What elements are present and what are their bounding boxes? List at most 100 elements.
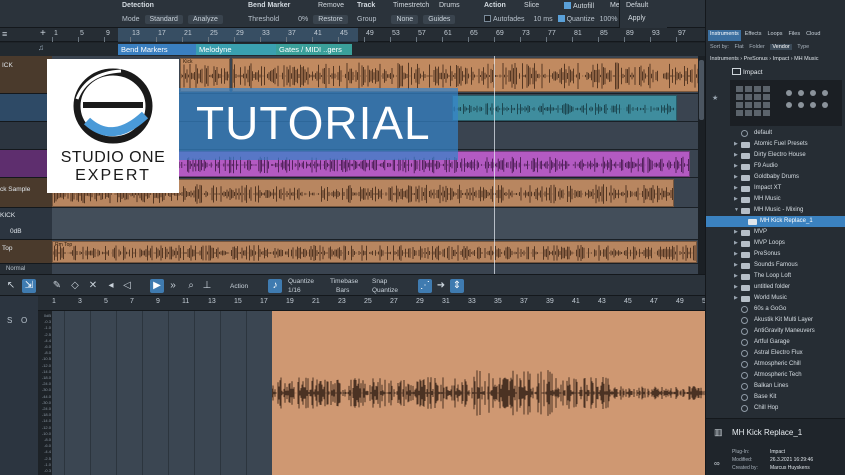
browser-item[interactable]: Atmospheric Chill [706,359,845,370]
breadcrumb-presonus[interactable]: PreSonus [744,56,768,62]
sort-type[interactable]: Type [797,44,809,50]
expand-icon[interactable]: ⇕ [450,279,464,293]
quantize-icon[interactable]: ♪ [268,279,282,293]
autofill-toggle[interactable]: Autofill [564,2,594,10]
browser-item[interactable]: ▶ PreSonus [706,249,845,260]
chevron-right-icon[interactable]: ▶ [734,172,738,183]
browser-item[interactable]: MH Kick Replace_1 [706,216,845,227]
ruler-menu-icon[interactable]: ≡ [2,29,7,39]
sort-folder[interactable]: Folder [749,44,765,50]
autofades-checkbox[interactable] [484,15,491,22]
range-tool-icon[interactable]: ⇲ [22,279,36,293]
action-menu[interactable]: Action [230,283,248,290]
sort-vendor[interactable]: Vendor [770,44,792,50]
scroll-thumb[interactable] [699,60,704,120]
editor-audio-event[interactable] [272,311,705,475]
browser-item[interactable]: ▶ Goldbaby Drums [706,172,845,183]
chevron-right-icon[interactable]: ▶ [734,238,738,249]
favorite-star-icon[interactable]: ★ [712,94,718,102]
track-header-kick[interactable]: ICK [0,56,52,94]
guides-select[interactable]: Guides [423,15,456,24]
default-label[interactable]: Default [626,2,648,9]
arrow-tool-icon[interactable]: ↖ [4,279,18,293]
marker-gates-midi[interactable]: Gates / MIDI ..gers [276,44,352,55]
playhead[interactable] [494,56,495,274]
browser-item[interactable]: Artful Garage [706,337,845,348]
autofades-toggle[interactable]: Autofades [484,15,525,23]
chevron-down-icon[interactable]: ▼ [734,205,739,216]
link-icon[interactable]: ∞ [714,459,720,468]
zoom-tool-icon[interactable]: ⌕ [184,279,198,293]
listen-tool-icon[interactable]: ◁ [120,279,134,293]
marker-bend-markers[interactable]: Bend Markers [118,44,196,55]
tab-effects[interactable]: Effects [743,30,764,41]
browser-item[interactable]: AntiGravity Maneuvers [706,326,845,337]
nudge-icon[interactable]: ➜ [434,279,448,293]
tab-loops[interactable]: Loops [765,30,784,41]
add-track-icon[interactable]: + [40,28,46,39]
audio-event-kick[interactable]: Kick [180,58,230,92]
chevron-right-icon[interactable]: ▶ [734,183,738,194]
editor-ruler[interactable]: 1 3 5 7 9 11 13 15 17 19 21 23 25 27 29 31 33 35 37 39 41 43 4… [38,296,710,311]
chevron-right-icon[interactable]: ▶ [734,139,738,150]
track-header-4[interactable] [0,150,52,178]
browser-item[interactable]: Akustik Kit Multi Layer [706,315,845,326]
track-view-mode[interactable]: Normal [0,264,52,274]
mode-select[interactable]: Standard [144,15,183,24]
audio-event-kick-main[interactable] [232,58,702,92]
restore-button[interactable]: Restore [313,15,348,24]
breadcrumb-instruments[interactable]: Instruments [710,56,739,62]
browser-item[interactable]: default [706,128,845,139]
chevron-right-icon[interactable]: ▶ [734,271,738,282]
slice-select[interactable]: Slice [524,2,539,9]
autofill-checkbox[interactable] [564,2,571,9]
remove-button[interactable]: Remove [318,2,344,9]
chevron-right-icon[interactable]: ▶ [734,227,738,238]
arrangement-scrollbar[interactable] [698,56,705,274]
threshold-value[interactable]: 0% [298,16,308,23]
chevron-right-icon[interactable]: ▶ [734,282,738,293]
mute-tool-icon[interactable]: ✕ [86,279,100,293]
sort-flat[interactable]: Flat [734,44,743,50]
browser-item[interactable]: ▶ Sounds Famous [706,260,845,271]
browser-item[interactable]: ▶ F9 Audio [706,161,845,172]
browser-item[interactable]: ▶ The Loop Loft [706,271,845,282]
browser-item[interactable]: ▶ MVP Loops [706,238,845,249]
audio-event-room-top[interactable]: Rm Top [52,241,697,263]
timebase-value[interactable]: Bars [336,287,349,294]
track-header-2[interactable] [0,94,52,122]
record-button[interactable]: O [21,316,27,325]
track-header-kick-sample[interactable]: ck Sample [0,178,52,208]
pencil-tool-icon[interactable]: ✎ [50,279,64,293]
autoscroll-icon[interactable]: » [166,279,180,293]
browser-item[interactable]: Atmospheric Tech [706,370,845,381]
marker-melodyne[interactable]: Melodyne [196,44,276,55]
chevron-right-icon[interactable]: ▶ [734,249,738,260]
snap-value[interactable]: Quantize [372,287,398,294]
chevron-right-icon[interactable]: ▶ [734,161,738,172]
chevron-right-icon[interactable]: ▶ [734,260,738,271]
breadcrumb-impact[interactable]: Impact [773,56,790,62]
browser-item[interactable]: ▶ untitled folder [706,282,845,293]
apply-button[interactable]: Apply [628,15,646,22]
tab-cloud[interactable]: Cloud [804,30,822,41]
tab-files[interactable]: Files [786,30,802,41]
browser-item[interactable]: 60s a GoGo [706,304,845,315]
browser-item[interactable]: ▶ Atomic Fuel Presets [706,139,845,150]
fade-length-value[interactable]: 10 ms [534,16,553,23]
breadcrumb-mh-music[interactable]: MH Music [794,56,818,62]
browser-item[interactable]: ▼ MH Music - Mixing [706,205,845,216]
browser-item[interactable]: Chill Hop [706,403,845,414]
browser-item[interactable]: ▶ MVP [706,227,845,238]
browser-item[interactable]: Astral Electro Flux [706,348,845,359]
browser-item[interactable]: ▶ MH Music [706,194,845,205]
browser-item[interactable]: Balkan Lines [706,381,845,392]
browser-item[interactable]: ▶ Dirty Electro House [706,150,845,161]
browser-item[interactable]: ▶ World Music [706,293,845,304]
tab-instruments[interactable]: Instruments [708,30,741,41]
timestretch-select[interactable]: Drums [439,2,460,9]
browser-item[interactable]: ▶ Impact XT [706,183,845,194]
analyze-button[interactable]: Analyze [187,15,223,24]
bend-tool-icon[interactable]: ◂ [104,279,118,293]
chevron-right-icon[interactable]: ▶ [734,293,738,304]
